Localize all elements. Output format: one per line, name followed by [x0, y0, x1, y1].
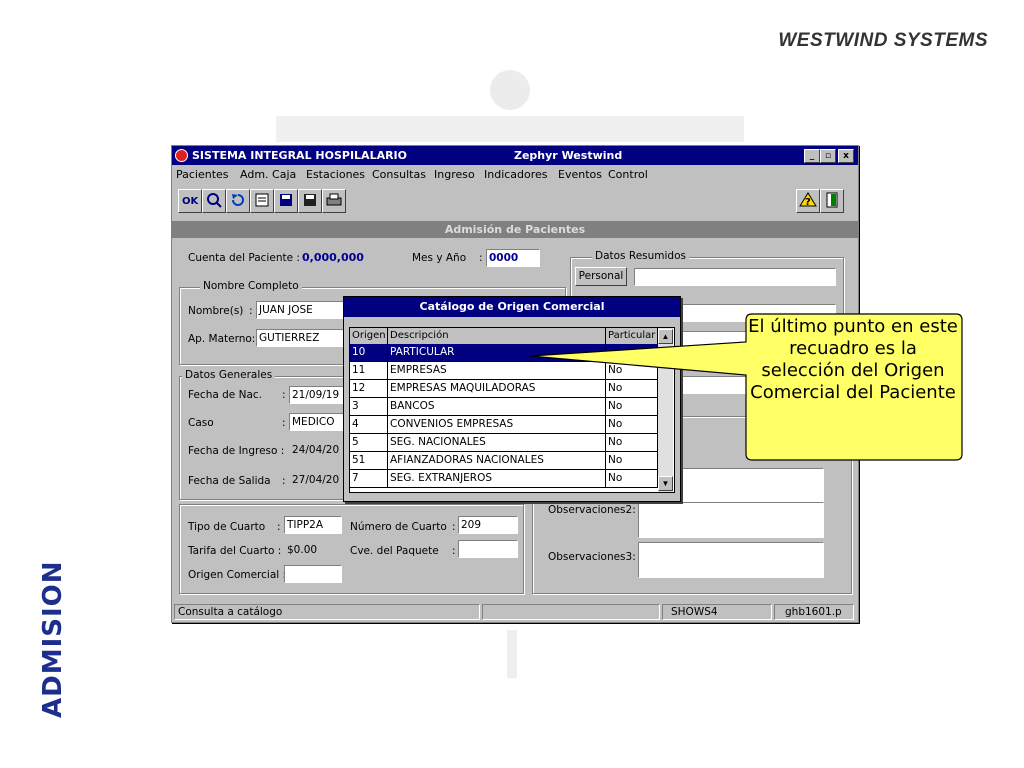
callout-text: El último punto en este recuadro es la s… — [748, 316, 958, 403]
